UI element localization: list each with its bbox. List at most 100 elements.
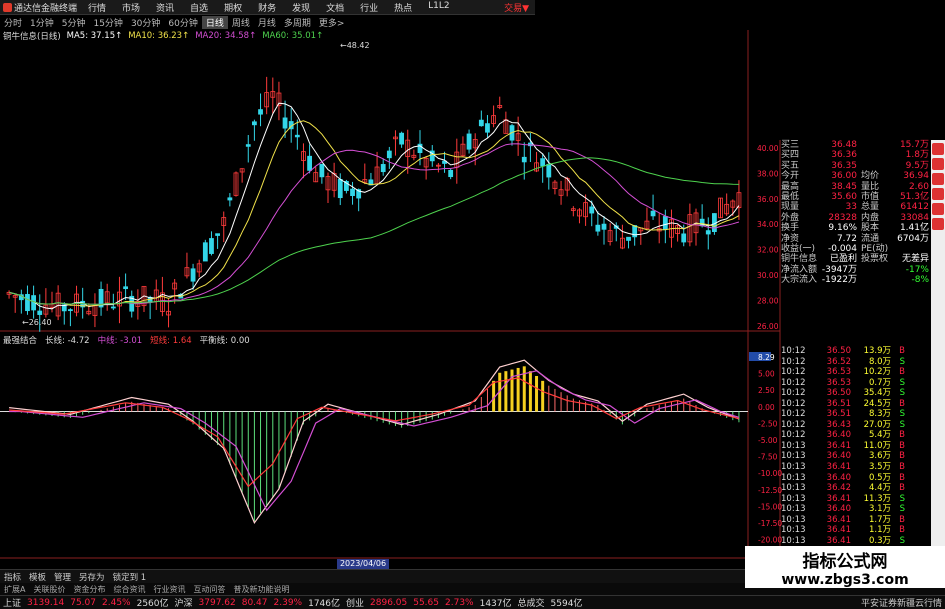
- tick-row: 10:12 36.40 5.4万 B: [781, 430, 921, 441]
- right-toolbar: [931, 140, 945, 570]
- info-tab[interactable]: 资金分布: [69, 584, 109, 595]
- tick-time: 10:12: [781, 398, 806, 409]
- quote-value: 35.60: [831, 191, 857, 202]
- tool-icon[interactable]: [932, 218, 944, 230]
- quote-value2: 51.3亿: [899, 191, 929, 202]
- quote-row: 买五 36.35 9.5万: [781, 161, 931, 171]
- candle-body: [380, 164, 386, 173]
- indicator-tab[interactable]: 指标: [0, 571, 25, 583]
- quote-row: 买四 36.36 1.8万: [781, 150, 931, 160]
- tool-icon[interactable]: [932, 203, 944, 215]
- tick-row: 10:13 36.42 4.4万 B: [781, 483, 921, 494]
- candle-body: [386, 150, 392, 159]
- tick-side: B: [899, 430, 905, 441]
- tool-icon[interactable]: [932, 143, 944, 155]
- candle-body: [589, 206, 595, 214]
- quote-row: 换手 9.16% 股本 1.41亿: [781, 223, 931, 233]
- tick-volume: 27.0万: [863, 419, 891, 430]
- index-name[interactable]: 上证: [0, 596, 24, 609]
- indicator-tab[interactable]: 模板: [25, 571, 50, 583]
- indicator-tick: 5.00: [758, 370, 775, 379]
- tick-row: 10:12 36.53 0.7万 S: [781, 378, 921, 389]
- index-name[interactable]: 总成交: [515, 596, 548, 609]
- indicator-tick: -5.00: [758, 436, 778, 445]
- quote-value: 已盈利: [829, 254, 857, 265]
- ma10-line: [8, 120, 740, 307]
- tick-volume: 10.2万: [863, 367, 891, 378]
- balance-line-label: 平衡线: 0.00: [199, 336, 250, 346]
- indicator-tab[interactable]: 管理: [50, 571, 75, 583]
- candle-body: [595, 224, 601, 232]
- tick-side: B: [899, 367, 905, 378]
- tick-time: 10:13: [781, 472, 806, 483]
- quote-row: 净流入额 -3947万 -17%: [781, 265, 931, 275]
- indicator-tab[interactable]: 锁定到 1: [109, 571, 151, 583]
- quote-value: 33: [845, 202, 857, 213]
- quote-key: 最高: [781, 181, 800, 192]
- candle-body: [705, 230, 711, 235]
- candle-body: [448, 169, 454, 178]
- tool-icon[interactable]: [932, 188, 944, 200]
- candle-body: [209, 238, 214, 254]
- tick-time: 10:12: [781, 388, 806, 399]
- tick-price: 36.41: [826, 535, 851, 546]
- quote-value2: [889, 244, 929, 254]
- tick-price: 36.40: [826, 451, 851, 462]
- tick-price: 36.50: [826, 388, 851, 399]
- trading-terminal: 通达信金融终端 行情 市场 资讯 自选 期权 财务 发现 文档 行业 热点 L1L2 交易▼ 分时 1…: [0, 0, 945, 609]
- indicator-tick: -12.50: [758, 486, 782, 495]
- quote-row: 净资 7.72 流通 6704万: [781, 234, 931, 244]
- tick-time: 10:12: [781, 430, 806, 441]
- indicator-tick: -20.00: [758, 536, 782, 545]
- index-value: 2896.05: [370, 597, 408, 608]
- quote-key: 现量: [781, 202, 800, 213]
- info-tab[interactable]: 普及新功能说明: [229, 584, 293, 595]
- tick-price: 36.41: [826, 493, 851, 504]
- price-tick: 28.00: [757, 296, 779, 305]
- candle-body: [681, 233, 687, 243]
- info-tab[interactable]: 扩展A: [0, 584, 29, 595]
- indicator-tab[interactable]: 另存为: [75, 571, 109, 583]
- candle-body: [399, 132, 405, 145]
- indicator-tick: -7.50: [758, 453, 778, 462]
- candle-body: [478, 119, 484, 127]
- index-value: 2560亿: [136, 599, 169, 609]
- quote-value2: 33084: [900, 212, 929, 223]
- tick-volume: 24.5万: [863, 398, 891, 409]
- quote-value2: 36.94: [903, 171, 929, 182]
- tick-time: 10:12: [781, 346, 806, 356]
- tick-volume: 3.1万: [868, 504, 891, 515]
- candle-body: [307, 155, 313, 171]
- quote-key2: [857, 265, 889, 275]
- info-tab[interactable]: 互动问答: [189, 584, 229, 595]
- tick-side: B: [899, 451, 905, 462]
- quote-key2: PE(动): [861, 243, 889, 254]
- indicator-tick: 2.50: [758, 386, 775, 395]
- tick-price: 36.52: [826, 356, 851, 367]
- info-tab[interactable]: 关联股价: [29, 584, 69, 595]
- quote-key2: 内盘: [861, 212, 880, 223]
- tick-volume: 8.3万: [868, 409, 891, 420]
- candle-body: [350, 188, 355, 197]
- mid-line: [9, 370, 740, 512]
- tick-price: 36.51: [826, 409, 851, 420]
- tick-list[interactable]: 10:12 36.50 13.9万 B 10:12 36.52 8.0万 S 10:12 36.5…: [781, 346, 921, 557]
- tick-side: S: [899, 388, 905, 399]
- tick-time: 10:13: [781, 514, 806, 525]
- tool-icon[interactable]: [932, 173, 944, 185]
- index-name[interactable]: 沪深: [172, 596, 196, 609]
- tick-price: 36.41: [826, 440, 851, 451]
- quote-key: 买五: [781, 160, 800, 171]
- tool-icon[interactable]: [932, 158, 944, 170]
- tick-row: 10:13 36.41 11.0万 B: [781, 441, 921, 452]
- quote-value: 36.36: [831, 150, 857, 161]
- quote-key2: 市值: [861, 191, 880, 202]
- index-name[interactable]: 创业: [343, 596, 367, 609]
- tick-time: 10:13: [781, 440, 806, 451]
- tick-row: 10:12 36.51 24.5万 B: [781, 399, 921, 410]
- tick-time: 10:13: [781, 462, 806, 473]
- info-tab[interactable]: 行业资讯: [149, 584, 189, 595]
- quote-value: 36.35: [831, 160, 857, 171]
- ma60-line: [8, 157, 739, 305]
- info-tab[interactable]: 综合资讯: [109, 584, 149, 595]
